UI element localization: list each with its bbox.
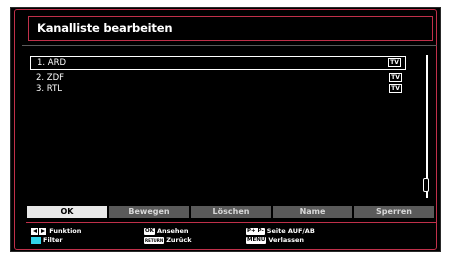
- ok-key-icon: OK: [144, 227, 155, 235]
- action-button-bar: OK Bewegen Löschen Name Sperren: [27, 206, 434, 218]
- help-filter-label: Filter: [43, 236, 63, 244]
- divider: [26, 222, 436, 223]
- right-arrow-key-icon: [39, 227, 46, 235]
- ok-button[interactable]: OK: [27, 206, 107, 218]
- page-key-icon: P+ P-: [246, 227, 265, 235]
- return-key-icon: RETURN: [144, 236, 165, 244]
- help-funktion: Funktion: [31, 227, 81, 236]
- channel-row-rtl[interactable]: 3. RTL TV: [30, 83, 406, 95]
- help-seite-label: Seite AUF/AB: [266, 227, 315, 235]
- help-zurueck: RETURN Zurück: [144, 236, 192, 245]
- help-verlassen: MENU Verlassen: [246, 236, 304, 245]
- name-button[interactable]: Name: [273, 206, 352, 218]
- channel-name: 1. ARD: [37, 58, 67, 68]
- help-verlassen-label: Verlassen: [268, 236, 304, 244]
- left-arrow-key-icon: [31, 227, 38, 235]
- lock-button[interactable]: Sperren: [354, 206, 434, 218]
- move-button[interactable]: Bewegen: [109, 206, 189, 218]
- help-zurueck-label: Zurück: [166, 236, 192, 244]
- help-seite: P+ P- Seite AUF/AB: [246, 227, 315, 236]
- tv-badge: TV: [389, 84, 402, 93]
- help-funktion-label: Funktion: [49, 227, 82, 235]
- channel-name: 3. RTL: [36, 84, 63, 94]
- help-ansehen-label: Ansehen: [156, 227, 189, 235]
- channel-row-ard[interactable]: 1. ARD TV: [30, 56, 406, 70]
- cyan-key-icon: [31, 236, 41, 244]
- delete-button[interactable]: Löschen: [191, 206, 271, 218]
- scrollbar-track[interactable]: [426, 55, 428, 198]
- tv-badge: TV: [388, 58, 401, 67]
- scrollbar-thumb[interactable]: [423, 178, 429, 192]
- tv-badge: TV: [389, 73, 402, 82]
- menu-key-icon: MENU: [246, 236, 267, 244]
- help-ansehen: OK Ansehen: [144, 227, 189, 236]
- help-filter: Filter: [31, 236, 63, 245]
- page-title: Kanalliste bearbeiten: [28, 16, 433, 41]
